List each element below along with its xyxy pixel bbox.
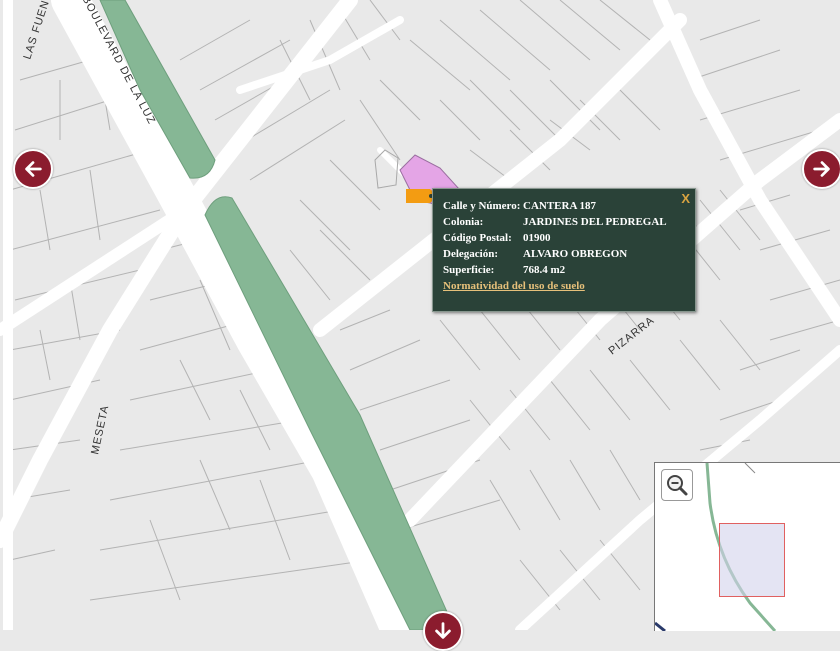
info-row-delegacion: Delegación: ALVARO OBREGON: [443, 247, 667, 263]
overview-road-2: [744, 463, 756, 474]
info-value: 768.4 m2: [523, 263, 566, 276]
parcel-info-popup: X Calle y Número: CANTERA 187 Colonia: J…: [432, 188, 696, 312]
info-label: Calle y Número:: [443, 199, 521, 212]
info-value: 01900: [523, 231, 551, 244]
land-use-regulation-link[interactable]: Normatividad del uso de suelo: [443, 280, 585, 292]
info-label: Delegación:: [443, 247, 498, 260]
info-value: CANTERA 187: [523, 199, 597, 212]
zoom-out-icon: [667, 475, 688, 496]
overview-extent-box[interactable]: [719, 523, 785, 597]
parcel-info-table: Calle y Número: CANTERA 187 Colonia: JAR…: [443, 199, 667, 295]
info-row-postal-code: Código Postal: 01900: [443, 231, 667, 247]
info-label: Código Postal:: [443, 231, 512, 244]
info-label: Superficie:: [443, 263, 495, 276]
pan-left-button[interactable]: [13, 149, 53, 189]
arrow-left-icon: [25, 161, 42, 177]
info-value: JARDINES DEL PEDREGAL: [523, 215, 667, 228]
overview-map[interactable]: [654, 462, 840, 631]
info-label: Colonia:: [443, 215, 484, 228]
arrow-right-icon: [813, 161, 830, 177]
info-row-superficie: Superficie: 768.4 m2: [443, 263, 667, 279]
info-row-address: Calle y Número: CANTERA 187: [443, 199, 667, 215]
info-value: ALVARO OBREGON: [523, 247, 628, 260]
overview-zoom-button[interactable]: [661, 469, 693, 501]
pan-down-button[interactable]: [423, 611, 463, 651]
info-link-cell: Normatividad del uso de suelo: [443, 279, 667, 295]
arrow-down-icon: [435, 622, 451, 639]
popup-close-button[interactable]: X: [681, 191, 690, 206]
pan-right-button[interactable]: [802, 149, 840, 189]
info-row-link: Normatividad del uso de suelo: [443, 279, 667, 295]
info-row-colonia: Colonia: JARDINES DEL PEDREGAL: [443, 215, 667, 231]
